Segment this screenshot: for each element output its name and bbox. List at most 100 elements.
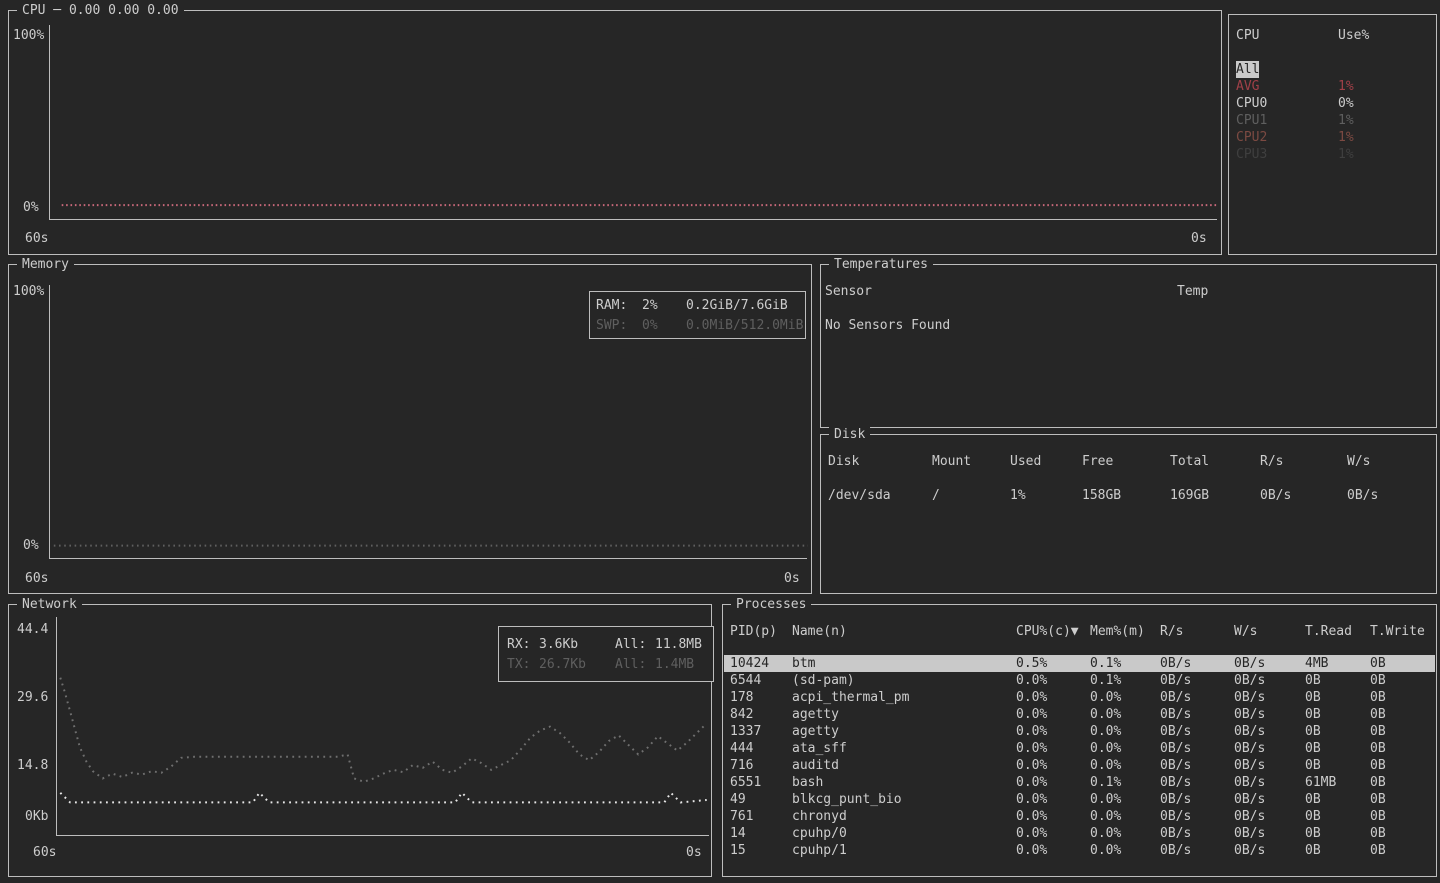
- cpu-legend-row-cpu1[interactable]: CPU11%: [1230, 112, 1435, 129]
- cpu-legend-col-use: Use%: [1338, 27, 1369, 44]
- process-cell-rs: 0B/s: [1160, 842, 1191, 859]
- disk-col-total[interactable]: Total: [1170, 453, 1209, 470]
- memory-y-axis-top-label: 100%: [13, 283, 44, 300]
- process-cell-mem: 0.0%: [1090, 706, 1121, 723]
- network-y-tick-2: 29.6: [17, 689, 48, 706]
- disk-col-free[interactable]: Free: [1082, 453, 1113, 470]
- process-cell-rs: 0B/s: [1160, 808, 1191, 825]
- cpu-legend-name: All: [1236, 61, 1259, 78]
- process-cell-name: auditd: [792, 757, 839, 774]
- process-cell-pid: 1337: [730, 723, 761, 740]
- process-row[interactable]: 14cpuhp/00.0%0.0%0B/s0B/s0B0B: [724, 825, 1435, 842]
- cpu-x-axis-right-label: 0s: [1191, 230, 1207, 247]
- process-cell-name: blkcg_punt_bio: [792, 791, 902, 808]
- ram-amount: 0.2GiB/7.6GiB: [686, 297, 788, 314]
- process-row[interactable]: 716auditd0.0%0.0%0B/s0B/s0B0B: [724, 757, 1435, 774]
- proc-col-tread[interactable]: T.Read: [1305, 623, 1352, 640]
- process-cell-pid: 10424: [730, 655, 769, 672]
- process-cell-ws: 0B/s: [1234, 689, 1265, 706]
- cpu-legend-row-cpu2[interactable]: CPU21%: [1230, 129, 1435, 146]
- proc-col-rs[interactable]: R/s: [1160, 623, 1183, 640]
- cpu-legend-row-all[interactable]: All: [1230, 61, 1435, 78]
- swap-percent: 0%: [642, 317, 658, 334]
- process-cell-twrite: 0B: [1370, 757, 1386, 774]
- disk-col-ws[interactable]: W/s: [1347, 453, 1370, 470]
- proc-col-twrite[interactable]: T.Write: [1370, 623, 1425, 640]
- cpu-legend-row-cpu0[interactable]: CPU00%: [1230, 95, 1435, 112]
- process-cell-cpu: 0.0%: [1016, 672, 1047, 689]
- disk-row[interactable]: /dev/sda/1%158GB169GB0B/s0B/s: [822, 487, 1435, 504]
- processes-panel-title: Processes: [731, 596, 811, 613]
- process-cell-twrite: 0B: [1370, 825, 1386, 842]
- network-y-tick-3: 44.4: [17, 621, 48, 638]
- process-cell-name: chronyd: [792, 808, 847, 825]
- temperatures-panel-title: Temperatures: [829, 256, 933, 273]
- process-cell-pid: 178: [730, 689, 753, 706]
- process-cell-cpu: 0.5%: [1016, 655, 1047, 672]
- process-cell-tread: 0B: [1305, 757, 1321, 774]
- process-cell-cpu: 0.0%: [1016, 689, 1047, 706]
- process-cell-name: agetty: [792, 706, 839, 723]
- proc-col-name[interactable]: Name(n): [792, 623, 847, 640]
- cpu-panel: CPU0.00 0.00 0.00 100% 0% 60s 0s: [8, 10, 1222, 255]
- proc-col-ws[interactable]: W/s: [1234, 623, 1257, 640]
- cpu-usage-graph: [50, 25, 1218, 220]
- disk-col-rs[interactable]: R/s: [1260, 453, 1283, 470]
- process-cell-twrite: 0B: [1370, 723, 1386, 740]
- process-cell-mem: 0.1%: [1090, 655, 1121, 672]
- disk-col-disk[interactable]: Disk: [828, 453, 859, 470]
- cpu-panel-title-text: CPU: [22, 3, 45, 18]
- process-row[interactable]: 842agetty0.0%0.0%0B/s0B/s0B0B: [724, 706, 1435, 723]
- process-row[interactable]: 49blkcg_punt_bio0.0%0.0%0B/s0B/s0B0B: [724, 791, 1435, 808]
- process-row[interactable]: 10424btm0.5%0.1%0B/s0B/s4MB0B: [724, 655, 1435, 672]
- process-row[interactable]: 1337agetty0.0%0.0%0B/s0B/s0B0B: [724, 723, 1435, 740]
- memory-panel-title: Memory: [17, 256, 74, 273]
- process-cell-cpu: 0.0%: [1016, 808, 1047, 825]
- process-cell-ws: 0B/s: [1234, 723, 1265, 740]
- process-cell-tread: 0B: [1305, 706, 1321, 723]
- process-cell-mem: 0.0%: [1090, 842, 1121, 859]
- process-cell-rs: 0B/s: [1160, 791, 1191, 808]
- network-legend-box: RX: 3.6Kb All: 11.8MB TX: 26.7Kb All: 1.…: [498, 626, 714, 682]
- process-cell-twrite: 0B: [1370, 808, 1386, 825]
- process-cell-twrite: 0B: [1370, 774, 1386, 791]
- process-cell-name: cpuhp/0: [792, 825, 847, 842]
- proc-col-cpu[interactable]: CPU%(c)▼: [1016, 623, 1079, 640]
- process-row[interactable]: 761chronyd0.0%0.0%0B/s0B/s0B0B: [724, 808, 1435, 825]
- process-cell-rs: 0B/s: [1160, 757, 1191, 774]
- memory-x-axis-left-label: 60s: [25, 570, 48, 587]
- cpu-legend-row-cpu3[interactable]: CPU31%: [1230, 146, 1435, 163]
- process-row[interactable]: 178acpi_thermal_pm0.0%0.0%0B/s0B/s0B0B: [724, 689, 1435, 706]
- process-row[interactable]: 6544(sd-pam)0.0%0.1%0B/s0B/s0B0B: [724, 672, 1435, 689]
- process-cell-mem: 0.0%: [1090, 825, 1121, 842]
- process-cell-twrite: 0B: [1370, 655, 1386, 672]
- process-cell-ws: 0B/s: [1234, 842, 1265, 859]
- process-cell-rs: 0B/s: [1160, 672, 1191, 689]
- process-table-header: PID(p) Name(n) CPU%(c)▼ Mem%(m) R/s W/s …: [724, 623, 1435, 640]
- process-cell-mem: 0.0%: [1090, 723, 1121, 740]
- process-cell-mem: 0.0%: [1090, 740, 1121, 757]
- tx-all-label: All:: [615, 656, 646, 673]
- process-row[interactable]: 6551bash0.0%0.1%0B/s0B/s61MB0B: [724, 774, 1435, 791]
- temp-col-temp[interactable]: Temp: [1177, 283, 1208, 300]
- process-cell-ws: 0B/s: [1234, 808, 1265, 825]
- proc-col-mem[interactable]: Mem%(m): [1090, 623, 1145, 640]
- process-row[interactable]: 444ata_sff0.0%0.0%0B/s0B/s0B0B: [724, 740, 1435, 757]
- network-x-axis-left-label: 60s: [33, 844, 56, 861]
- process-cell-name: (sd-pam): [792, 672, 855, 689]
- disk-col-mount[interactable]: Mount: [932, 453, 971, 470]
- process-cell-twrite: 0B: [1370, 842, 1386, 859]
- cpu-legend-row-avg[interactable]: AVG1%: [1230, 78, 1435, 95]
- process-cell-name: agetty: [792, 723, 839, 740]
- disk-col-used[interactable]: Used: [1010, 453, 1041, 470]
- process-cell-name: bash: [792, 774, 823, 791]
- process-cell-rs: 0B/s: [1160, 774, 1191, 791]
- network-y-tick-0: 0Kb: [25, 808, 48, 825]
- cpu-legend-use: 1%: [1338, 129, 1354, 146]
- process-cell-tread: 4MB: [1305, 655, 1328, 672]
- disk-cell-used: 1%: [1010, 487, 1026, 504]
- proc-col-pid[interactable]: PID(p): [730, 623, 777, 640]
- process-row[interactable]: 15cpuhp/10.0%0.0%0B/s0B/s0B0B: [724, 842, 1435, 859]
- disk-cell-total: 169GB: [1170, 487, 1209, 504]
- temp-col-sensor[interactable]: Sensor: [825, 283, 872, 300]
